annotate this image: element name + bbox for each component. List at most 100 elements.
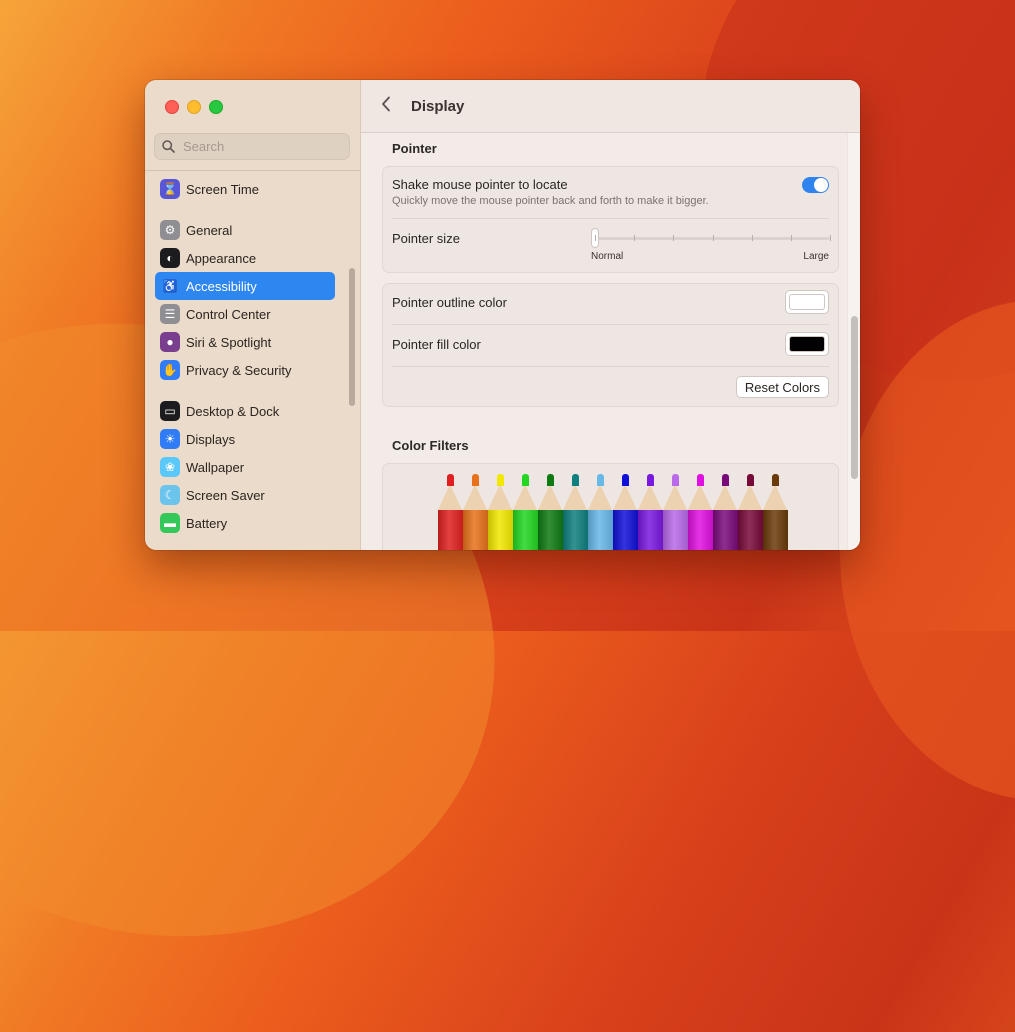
appearance-icon: ◐ (160, 248, 180, 268)
sidebar-item-screen-saver[interactable]: ☾ Screen Saver (155, 481, 335, 509)
reset-colors-button[interactable]: Reset Colors (735, 376, 829, 398)
sidebar-item-label: Accessibility (186, 278, 257, 294)
pencil-wood (438, 484, 462, 510)
pointer-size-slider[interactable] (591, 228, 831, 248)
sidebar-item-displays[interactable]: ☀ Displays (155, 425, 335, 453)
sidebar-item-label: Appearance (186, 250, 257, 266)
pencil-wood (713, 484, 737, 510)
shake-pointer-label: Shake mouse pointer to locate (392, 177, 568, 192)
pencil-wood (738, 484, 762, 510)
main-pane: Display Pointer Shake mouse pointer to l… (361, 80, 860, 550)
sidebar-item-accessibility[interactable]: ♿ Accessibility (155, 272, 335, 300)
close-button[interactable] (165, 100, 179, 114)
pencil-body (513, 510, 538, 550)
chevron-left-icon (382, 96, 390, 111)
fill-color-well[interactable] (785, 332, 829, 356)
sidebar-item-label: Screen Saver (186, 487, 265, 503)
sidebar-item-screen-time[interactable]: ⌛ Screen Time (155, 175, 335, 203)
pencil-tip (547, 474, 554, 486)
main-scrollbar[interactable] (851, 316, 858, 479)
pencil-tip (672, 474, 679, 486)
pencil-wood (463, 484, 487, 510)
pencil-tip (497, 474, 504, 486)
pencil (488, 474, 513, 550)
pencil (638, 474, 663, 550)
flower-icon: ❀ (160, 457, 180, 477)
sidebar-item-privacy-security[interactable]: ✋ Privacy & Security (155, 356, 335, 384)
shake-pointer-description: Quickly move the mouse pointer back and … (392, 195, 709, 207)
slider-tick (673, 235, 675, 241)
sidebar-item-wallpaper[interactable]: ❀ Wallpaper (155, 453, 335, 481)
pencil-body (688, 510, 713, 550)
hand-icon: ✋ (160, 360, 180, 380)
page-title: Display (411, 97, 465, 115)
slider-tick (790, 235, 792, 241)
gear-icon: ⚙ (160, 220, 180, 240)
search-icon (162, 140, 175, 153)
pencil-tip (697, 474, 704, 486)
pencil-tip (472, 474, 479, 486)
pencil (613, 474, 638, 550)
back-button[interactable] (381, 95, 395, 118)
system-settings-window: ⌛ Screen Time ⚙ General ◐ Appearance ♿ Accessib… (145, 80, 860, 550)
color-filters-card (382, 463, 839, 550)
slider-max-label: Large (803, 251, 829, 262)
settings-content: Pointer Shake mouse pointer to locate Qu… (361, 133, 860, 550)
sidebar-item-appearance[interactable]: ◐ Appearance (155, 244, 335, 272)
search-field[interactable] (154, 133, 350, 160)
sidebar-item-label: Wallpaper (186, 459, 245, 475)
pencil-body (588, 510, 613, 550)
sidebar-item-label: Displays (186, 431, 236, 447)
sidebar-item-general[interactable]: ⚙ General (155, 216, 335, 244)
section-heading-color-filters: Color Filters (392, 438, 469, 453)
zoom-button[interactable] (209, 100, 223, 114)
pencil (538, 474, 563, 550)
pencil (663, 474, 688, 550)
pencil-wood (513, 484, 537, 510)
sidebar-item-battery[interactable]: ▬ Battery (155, 509, 335, 537)
shake-pointer-toggle[interactable] (802, 177, 829, 193)
pencil-tip (622, 474, 629, 486)
siri-icon: ● (160, 332, 180, 352)
outline-color-well[interactable] (785, 290, 829, 314)
pencil-body (463, 510, 488, 550)
pencil-wood (638, 484, 662, 510)
pencil-wood (488, 484, 512, 510)
pencil-tip (772, 474, 779, 486)
pencil-tip (597, 474, 604, 486)
pencil-wood (588, 484, 612, 510)
sidebar-item-label: Screen Time (186, 181, 259, 197)
sidebar-item-control-center[interactable]: ☰ Control Center (155, 300, 335, 328)
pencil-tip (647, 474, 654, 486)
main-scroll-track (847, 133, 860, 550)
pencil-tip (722, 474, 729, 486)
sidebar-item-label: Siri & Spotlight (186, 334, 272, 350)
sidebar-item-desktop-dock[interactable]: ▭ Desktop & Dock (155, 397, 335, 425)
pencil-wood (538, 484, 562, 510)
pencil-body (738, 510, 763, 550)
pencil-body (438, 510, 463, 550)
hourglass-icon: ⌛ (160, 179, 180, 199)
search-input[interactable] (181, 138, 345, 155)
sidebar-item-siri-spotlight[interactable]: ● Siri & Spotlight (155, 328, 335, 356)
sidebar-item-label: Desktop & Dock (186, 403, 280, 419)
pencil-tip (572, 474, 579, 486)
pencil-body (538, 510, 563, 550)
minimize-button[interactable] (187, 100, 201, 114)
sidebar-list: ⌛ Screen Time ⚙ General ◐ Appearance ♿ Accessib… (155, 175, 335, 537)
outline-color-swatch (789, 294, 825, 310)
slider-tick (634, 235, 636, 241)
row-separator (392, 324, 829, 325)
pencil-tip (747, 474, 754, 486)
accessibility-icon: ♿ (160, 276, 180, 296)
slider-tick (830, 235, 831, 241)
pencil-tip (447, 474, 454, 486)
slider-tick (751, 235, 753, 241)
pointer-color-card: Pointer outline color Pointer fill color… (382, 283, 839, 407)
sidebar-scrollbar[interactable] (349, 268, 355, 406)
pencil-wood (613, 484, 637, 510)
slider-tick (595, 235, 596, 241)
fill-color-label: Pointer fill color (392, 337, 481, 352)
dock-icon: ▭ (160, 401, 180, 421)
